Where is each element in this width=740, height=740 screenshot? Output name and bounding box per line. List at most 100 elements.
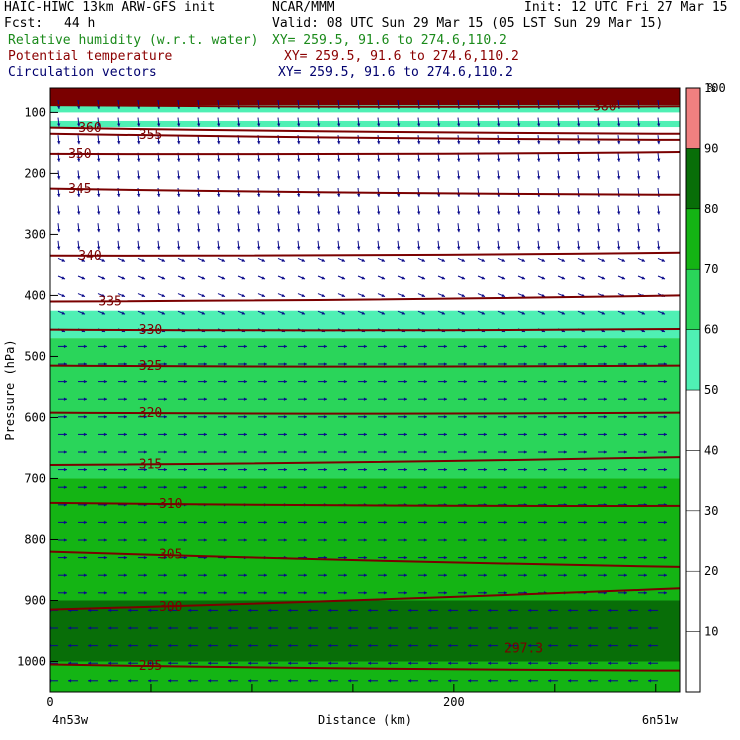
- vector-arrowhead: [236, 228, 241, 233]
- vector-arrowhead: [256, 140, 261, 145]
- vector-arrowhead: [316, 140, 321, 145]
- vector-arrowhead: [116, 158, 121, 162]
- vector-arrowhead: [416, 176, 421, 180]
- y-axis-label: Pressure (hPa): [3, 339, 17, 440]
- vector-arrowhead: [556, 158, 561, 162]
- vector-arrowhead: [556, 228, 561, 233]
- y-tick-label-500: 500: [24, 349, 46, 363]
- vector-arrowhead: [176, 246, 181, 250]
- colorbar-swatch-80: [685, 208, 701, 270]
- vector-arrowhead: [296, 211, 301, 215]
- vector-arrowhead: [196, 176, 201, 180]
- vector-arrowhead: [516, 158, 521, 162]
- theta-label-300: 300: [159, 600, 182, 615]
- vector-arrowhead: [116, 176, 121, 180]
- theta-label-310: 310: [159, 497, 182, 512]
- vector-arrowhead: [636, 228, 641, 233]
- vector-arrowhead: [456, 140, 461, 145]
- colorbar-label-90: 90: [704, 141, 718, 155]
- vector-arrowhead: [76, 140, 81, 145]
- vector-arrowhead: [536, 176, 541, 180]
- vector-arrowhead: [596, 158, 601, 162]
- vector-arrowhead: [496, 140, 501, 145]
- vector-arrowhead: [116, 193, 121, 197]
- vector-arrowhead: [136, 158, 141, 162]
- vector-arrowhead: [236, 140, 241, 145]
- y-tick-label-100: 100: [24, 105, 46, 119]
- vector-arrowhead: [136, 176, 141, 180]
- theta-label-330: 330: [139, 323, 162, 338]
- theta-contour-350: [50, 151, 680, 156]
- vector-arrowhead: [476, 228, 481, 233]
- vector-arrowhead: [636, 140, 641, 145]
- colorbar-label-10: 10: [704, 625, 718, 639]
- vector-arrowhead: [196, 140, 201, 145]
- vector-arrowhead: [336, 228, 341, 233]
- vector-arrowhead: [156, 176, 161, 180]
- vector-arrowhead: [56, 228, 61, 233]
- vector-arrowhead: [496, 246, 501, 250]
- vector-arrowhead: [556, 211, 561, 215]
- vector-arrowhead: [196, 246, 201, 250]
- vector-arrowhead: [76, 211, 81, 215]
- vector-arrowhead: [336, 140, 341, 145]
- vector-arrowhead: [396, 158, 401, 162]
- rh-layer-2: [50, 120, 680, 128]
- vector-arrowhead: [256, 228, 261, 233]
- vector-arrowhead: [236, 211, 241, 215]
- vector-arrowhead: [356, 228, 361, 233]
- vector-arrowhead: [376, 140, 381, 145]
- vector-arrowhead: [96, 193, 101, 197]
- theta-label-335: 335: [98, 294, 121, 309]
- vector-arrowhead: [536, 228, 541, 233]
- vector-arrowhead: [576, 140, 581, 145]
- vector-arrowhead: [556, 246, 561, 250]
- vector-arrowhead: [396, 246, 401, 250]
- x-end-label: 6n51w: [642, 713, 679, 727]
- vector-arrowhead: [96, 140, 101, 145]
- theta-label-295: 295: [139, 659, 162, 674]
- vector-arrowhead: [216, 246, 221, 250]
- vector-arrowhead: [496, 228, 501, 233]
- vector-arrowhead: [436, 228, 441, 233]
- vector-arrowhead: [56, 158, 61, 162]
- y-tick-label-700: 700: [24, 471, 46, 485]
- vector-arrowhead: [216, 176, 221, 180]
- vector-arrowhead: [436, 158, 441, 162]
- vector-arrowhead: [216, 158, 221, 162]
- vector-arrowhead: [396, 193, 401, 197]
- vector-arrowhead: [276, 193, 281, 197]
- vector-arrowhead: [456, 158, 461, 162]
- cross-section-chart: 2953003053103153203253303353403453503553…: [3, 81, 726, 727]
- vector-arrowhead: [636, 246, 641, 250]
- vector-arrowhead: [476, 211, 481, 215]
- colorbar-label-60: 60: [704, 323, 718, 337]
- vector-arrowhead: [596, 176, 601, 180]
- vector-arrowhead: [336, 193, 341, 197]
- vector-arrowhead: [656, 140, 661, 145]
- theta-label-325: 325: [139, 359, 162, 374]
- vector-arrowhead: [56, 211, 61, 215]
- vector-arrowhead: [616, 158, 621, 162]
- vector-arrowhead: [336, 246, 341, 250]
- vector-arrowhead: [116, 211, 121, 215]
- vector-arrowhead: [656, 228, 661, 233]
- vector-arrowhead: [376, 246, 381, 250]
- vector-arrowhead: [356, 246, 361, 250]
- vector-arrowhead: [276, 176, 281, 180]
- theta-label-340: 340: [78, 249, 101, 264]
- colorbar-swatch-100: [685, 87, 701, 149]
- vector-arrowhead: [476, 158, 481, 162]
- vector-arrowhead: [496, 211, 501, 215]
- vector-arrowhead: [436, 246, 441, 250]
- y-tick-label-200: 200: [24, 166, 46, 180]
- colorbar-swatch-90: [685, 148, 701, 210]
- vector-arrowhead: [416, 211, 421, 215]
- vector-arrowhead: [256, 211, 261, 215]
- vector-arrowhead: [256, 193, 261, 197]
- vector-arrowhead: [216, 228, 221, 233]
- vector-arrowhead: [336, 176, 341, 180]
- vector-arrowhead: [596, 211, 601, 215]
- vector-arrowhead: [296, 228, 301, 233]
- vector-arrowhead: [476, 176, 481, 180]
